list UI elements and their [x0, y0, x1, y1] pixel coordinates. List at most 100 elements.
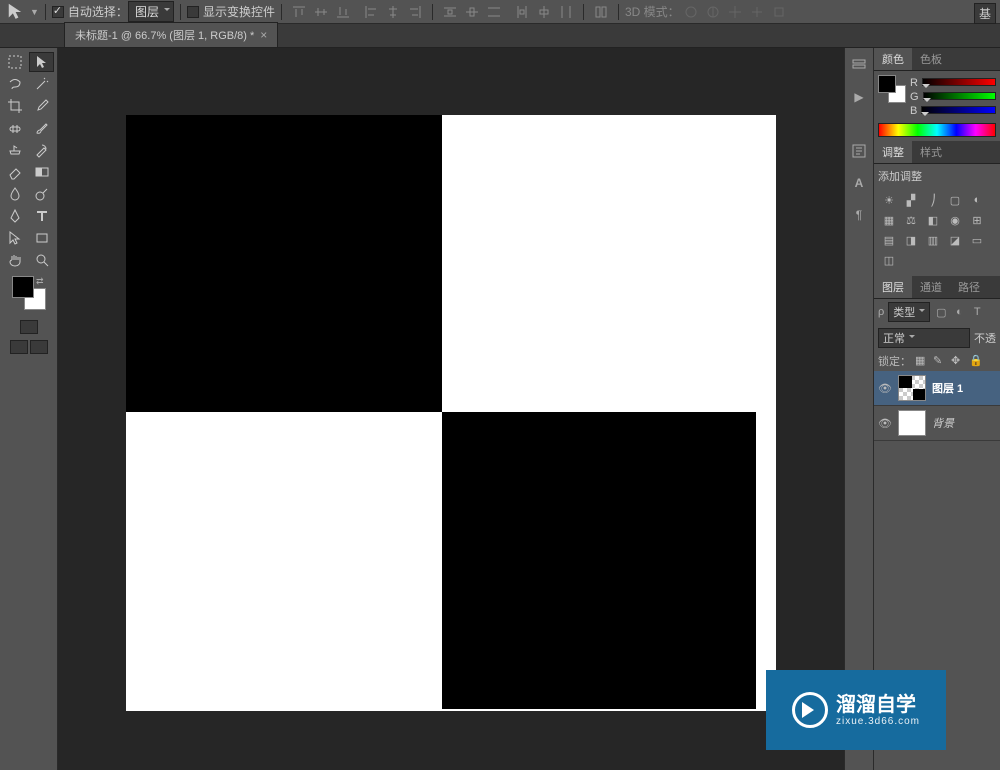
history-panel-icon[interactable] [849, 56, 869, 74]
lasso-tool-icon[interactable] [2, 74, 27, 94]
threshold-icon[interactable]: ◪ [946, 232, 964, 248]
layer-visibility-icon[interactable]: 👁 [878, 417, 892, 430]
lock-pixels-icon[interactable]: ✎ [933, 354, 947, 368]
close-tab-icon[interactable]: × [260, 28, 267, 42]
hand-tool-icon[interactable] [2, 250, 27, 270]
align-right-icon[interactable] [404, 2, 426, 22]
document-tab[interactable]: 未标题-1 @ 66.7% (图层 1, RGB/8) * × [64, 22, 278, 47]
align-bottom-icon[interactable] [332, 2, 354, 22]
type-tool-icon[interactable] [29, 206, 54, 226]
bw-icon[interactable]: ◧ [924, 212, 942, 228]
foreground-color-swatch[interactable] [12, 276, 34, 298]
layer-name[interactable]: 背景 [932, 415, 954, 431]
photo-filter-icon[interactable]: ◉ [946, 212, 964, 228]
distribute-right-icon[interactable] [555, 2, 577, 22]
gradient-map-icon[interactable]: ▭ [968, 232, 986, 248]
chevron-down-icon[interactable]: ▼ [30, 7, 39, 17]
paragraph-styles-panel-icon[interactable]: ¶ [849, 206, 869, 224]
layer-visibility-icon[interactable]: 👁 [878, 382, 892, 395]
layer-thumbnail[interactable] [898, 410, 926, 436]
curves-icon[interactable]: ⎠ [924, 192, 942, 208]
filter-adjust-icon[interactable]: ◐ [952, 305, 966, 319]
pen-tool-icon[interactable] [2, 206, 27, 226]
gradient-tool-icon[interactable] [29, 162, 54, 182]
color-lookup-icon[interactable]: ▤ [880, 232, 898, 248]
color-spectrum[interactable] [878, 123, 996, 137]
posterize-icon[interactable]: ▥ [924, 232, 942, 248]
vibrance-icon[interactable]: ◐ [968, 192, 986, 208]
distribute-hcenter-icon[interactable] [533, 2, 555, 22]
distribute-top-icon[interactable] [439, 2, 461, 22]
layers-tab[interactable]: 图层 [874, 276, 912, 298]
screen-mode-menu-button[interactable] [30, 340, 48, 354]
actions-panel-icon[interactable]: ▶ [849, 88, 869, 106]
g-label: G [910, 91, 919, 103]
paths-tab[interactable]: 路径 [950, 276, 988, 298]
healing-brush-tool-icon[interactable] [2, 118, 27, 138]
brightness-contrast-icon[interactable]: ☀ [880, 192, 898, 208]
canvas-area[interactable] [58, 48, 844, 770]
move-tool-icon[interactable] [29, 52, 54, 72]
distribute-vcenter-icon[interactable] [461, 2, 483, 22]
blend-mode-dropdown[interactable]: 正常 [878, 328, 970, 348]
path-selection-tool-icon[interactable] [2, 228, 27, 248]
eraser-tool-icon[interactable] [2, 162, 27, 182]
color-balance-icon[interactable]: ⚖ [902, 212, 920, 228]
r-slider[interactable] [922, 78, 996, 88]
channel-mixer-icon[interactable]: ⊞ [968, 212, 986, 228]
exposure-icon[interactable]: ▢ [946, 192, 964, 208]
selective-color-icon[interactable]: ◫ [880, 252, 898, 268]
lock-all-icon[interactable]: 🔒 [969, 354, 983, 368]
lock-position-icon[interactable]: ✥ [951, 354, 965, 368]
show-transform-checkbox[interactable] [187, 6, 199, 18]
auto-select-dropdown[interactable]: 图层 [128, 1, 174, 22]
g-slider[interactable] [923, 92, 996, 102]
marquee-tool-icon[interactable] [2, 52, 27, 72]
clone-stamp-tool-icon[interactable] [2, 140, 27, 160]
align-hcenter-icon[interactable] [382, 2, 404, 22]
quick-mask-button[interactable] [20, 320, 38, 334]
layer-name[interactable]: 图层 1 [932, 380, 963, 396]
foreground-background-swatches[interactable]: ⇄ [12, 276, 46, 310]
filter-kind-search-icon[interactable]: ρ [878, 306, 884, 318]
styles-tab[interactable]: 样式 [912, 141, 950, 163]
screen-mode-button[interactable] [10, 340, 28, 354]
align-vcenter-icon[interactable] [310, 2, 332, 22]
crop-tool-icon[interactable] [2, 96, 27, 116]
blur-tool-icon[interactable] [2, 184, 27, 204]
swap-colors-icon[interactable]: ⇄ [36, 276, 44, 287]
channels-tab[interactable]: 通道 [912, 276, 950, 298]
swatches-tab[interactable]: 色板 [912, 48, 950, 70]
invert-icon[interactable]: ◨ [902, 232, 920, 248]
auto-align-icon[interactable] [590, 2, 612, 22]
document-canvas[interactable] [126, 115, 776, 711]
history-brush-tool-icon[interactable] [29, 140, 54, 160]
filter-type-icon[interactable]: T [970, 305, 984, 319]
paragraph-panel-icon[interactable]: A [849, 174, 869, 192]
rectangle-tool-icon[interactable] [29, 228, 54, 248]
character-panel-icon[interactable] [849, 142, 869, 160]
layer-row-background[interactable]: 👁 背景 [874, 406, 1000, 441]
brush-tool-icon[interactable] [29, 118, 54, 138]
eyedropper-tool-icon[interactable] [29, 96, 54, 116]
magic-wand-tool-icon[interactable] [29, 74, 54, 94]
adjustments-tab[interactable]: 调整 [874, 141, 912, 163]
zoom-tool-icon[interactable] [29, 250, 54, 270]
align-top-icon[interactable] [288, 2, 310, 22]
filter-kind-dropdown[interactable]: 类型 [888, 302, 930, 322]
essentials-button[interactable]: 基 [974, 3, 996, 24]
color-swatch-pair[interactable] [878, 75, 906, 103]
filter-pixel-icon[interactable]: ▢ [934, 305, 948, 319]
layer-row-layer1[interactable]: 👁 图层 1 [874, 371, 1000, 406]
color-tab[interactable]: 颜色 [874, 48, 912, 70]
layer-thumbnail[interactable] [898, 375, 926, 401]
hue-sat-icon[interactable]: ▦ [880, 212, 898, 228]
align-left-icon[interactable] [360, 2, 382, 22]
lock-transparency-icon[interactable]: ▦ [915, 354, 929, 368]
b-slider[interactable] [921, 106, 996, 116]
dodge-tool-icon[interactable] [29, 184, 54, 204]
distribute-bottom-icon[interactable] [483, 2, 505, 22]
auto-select-checkbox[interactable] [52, 6, 64, 18]
levels-icon[interactable]: ▞ [902, 192, 920, 208]
distribute-left-icon[interactable] [511, 2, 533, 22]
